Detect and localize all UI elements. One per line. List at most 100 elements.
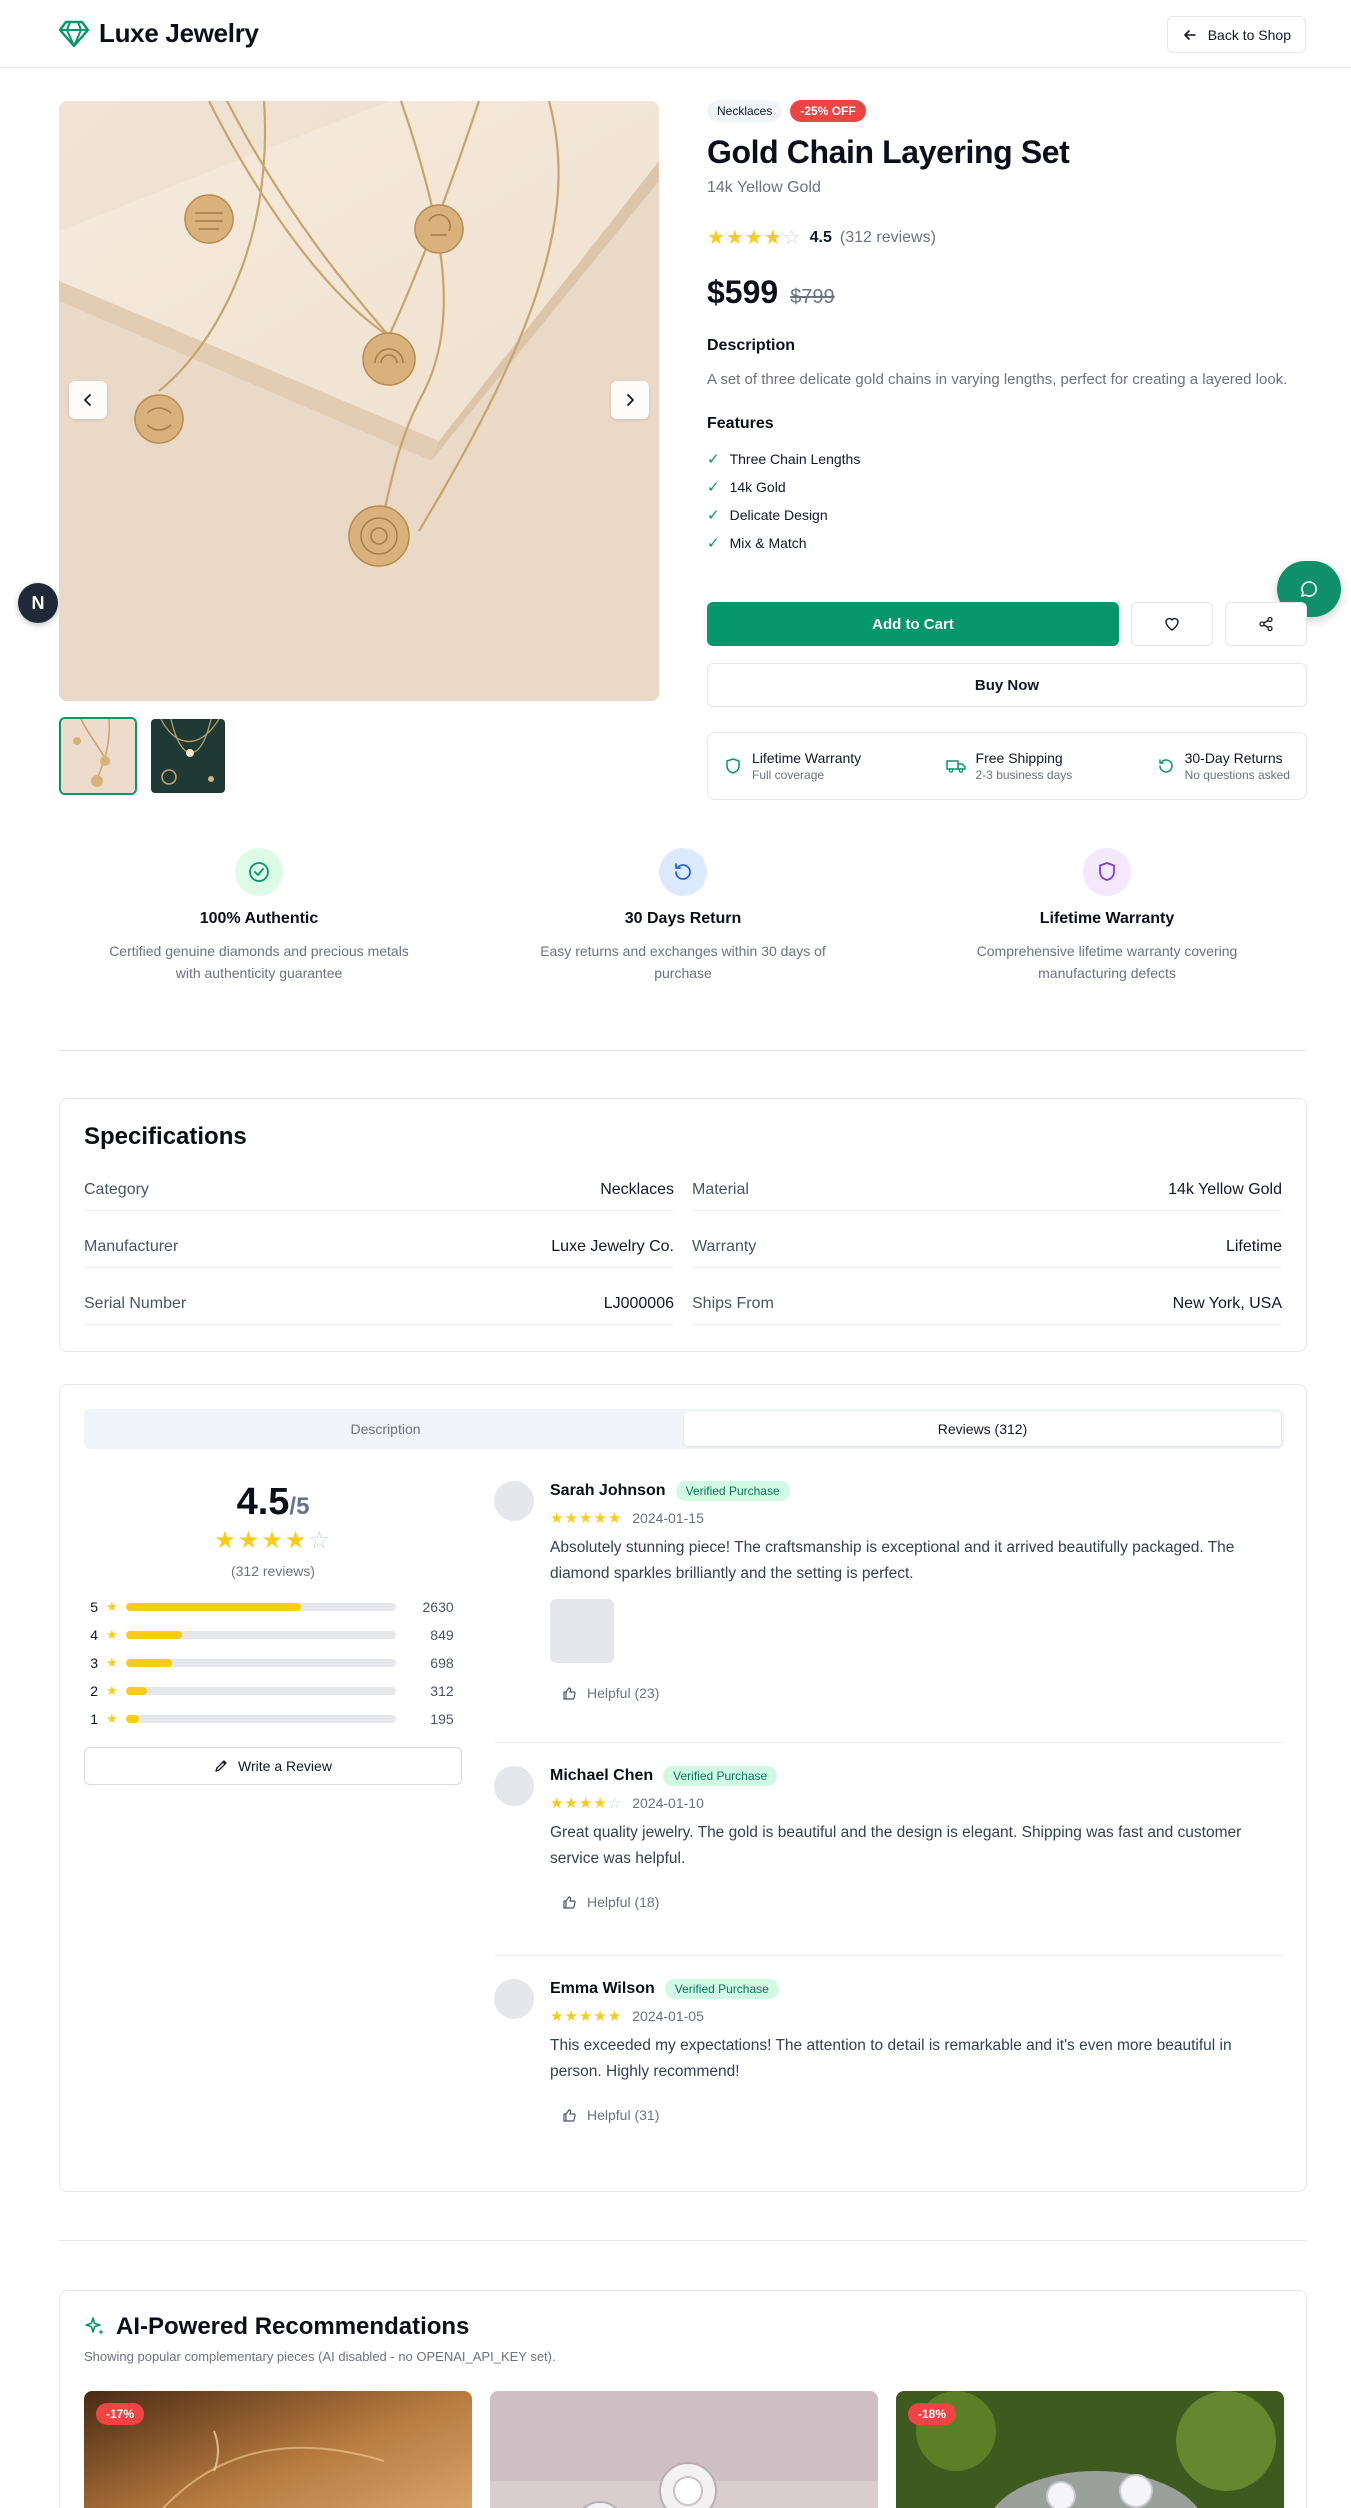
trust-warranty: Lifetime Warranty Comprehensive lifetime… <box>907 848 1307 984</box>
review-stars: ★★★★★ <box>550 2008 623 2025</box>
helpful-button[interactable]: Helpful (31) <box>550 2107 1284 2123</box>
chevron-left-icon <box>84 394 91 406</box>
review-item: Michael Chen Verified Purchase ★★★★☆ 2024-… <box>494 1766 1284 1946</box>
heart-icon <box>1165 617 1179 631</box>
wishlist-button[interactable] <box>1131 602 1213 646</box>
distribution-row: 2 ★ 312 <box>90 1683 454 1699</box>
check-icon: ✓ <box>707 451 720 468</box>
recommendations-subtitle: Showing popular complementary pieces (AI… <box>84 2349 556 2364</box>
top-header: Luxe Jewelry Back to Shop <box>0 0 1351 68</box>
trust-returns: 30 Days Return Easy returns and exchange… <box>483 848 883 984</box>
features-heading: Features <box>707 415 774 432</box>
distribution-bar <box>125 1603 302 1611</box>
rotate-icon <box>1158 759 1173 773</box>
thumbs-up-icon <box>563 2108 576 2122</box>
recommendations-header: AI-Powered Recommendations <box>84 2313 469 2341</box>
buy-now-button[interactable]: Buy Now <box>707 663 1307 707</box>
product-image <box>490 2391 878 2508</box>
thumbnail-1[interactable] <box>59 717 137 795</box>
next-image-button[interactable] <box>611 381 649 419</box>
review-text: Great quality jewelry. The gold is beaut… <box>550 1824 1242 1867</box>
distribution-bar <box>125 1715 140 1723</box>
product-material: 14k Yellow Gold <box>707 179 821 196</box>
arrow-left-icon <box>1183 29 1196 40</box>
product-main-image <box>59 101 659 701</box>
product-rating: ★★★★☆ 4.5 (312 reviews) <box>707 225 1307 250</box>
perk-warranty: Lifetime Warranty Full coverage <box>724 750 861 782</box>
distribution-row: 4 ★ 849 <box>90 1627 454 1643</box>
thumbnail-2[interactable] <box>149 717 227 795</box>
description-text: A set of three delicate gold chains in v… <box>707 371 1288 388</box>
review-stars: ★★★★☆ <box>550 1795 623 1812</box>
sparkles-icon <box>85 2317 104 2335</box>
summary-count: (312 reviews) <box>230 1563 316 1579</box>
trust-icon-wrap <box>659 848 707 896</box>
helpful-button[interactable]: Helpful (23) <box>550 1685 1284 1701</box>
distribution-row: 3 ★ 698 <box>90 1655 454 1671</box>
thumbnail-strip <box>59 717 227 795</box>
rating-stars: ★★★★☆ <box>707 227 802 249</box>
average-rating: 4.5/5 <box>236 1481 310 1523</box>
product-tags: Necklaces -25% OFF <box>707 100 1307 122</box>
review-photo[interactable] <box>550 1599 614 1663</box>
perk-returns: 30-Day Returns No questions asked <box>1157 750 1290 782</box>
helpful-button[interactable]: Helpful (18) <box>550 1894 1284 1910</box>
features-list: ✓ Three Chain Lengths ✓ 14k Gold ✓ Delicate… <box>707 445 1307 557</box>
purchase-actions: Add to Cart <box>707 602 1307 646</box>
thumbnail-gold-necklace <box>61 719 135 793</box>
original-price: $799 <box>790 286 835 308</box>
tab-list: Description Reviews (312) <box>84 1409 1284 1449</box>
reviewer-name: Emma Wilson <box>550 1980 655 1997</box>
dev-badge[interactable]: N <box>18 583 58 623</box>
price-row: $599 $799 <box>707 274 1307 311</box>
brand[interactable]: Luxe Jewelry <box>59 18 259 49</box>
share-button[interactable] <box>1225 602 1307 646</box>
review-date: 2024-01-15 <box>632 1510 704 1526</box>
tab-reviews[interactable]: Reviews (312) <box>684 1412 1281 1446</box>
chevron-right-icon <box>627 394 634 406</box>
prev-image-button[interactable] <box>69 381 107 419</box>
recommendation-card[interactable] <box>490 2391 878 2508</box>
trust-icon-wrap <box>1083 848 1131 896</box>
thumbs-up-icon <box>563 1686 576 1700</box>
description-heading: Description <box>707 337 796 354</box>
check-icon: ✓ <box>707 507 720 524</box>
avatar <box>494 1979 534 2019</box>
perk-shipping: Free Shipping 2-3 business days <box>945 750 1072 782</box>
share-icon <box>1259 616 1273 632</box>
recommendations-title: AI-Powered Recommendations <box>116 2313 470 2340</box>
recommendation-card[interactable]: -18% <box>896 2391 1284 2508</box>
category-tag[interactable]: Necklaces <box>707 100 783 122</box>
specifications-card: Specifications Category Necklaces Materia… <box>59 1098 1307 1352</box>
review-separator <box>494 1742 1284 1743</box>
rating-value: 4.5 <box>809 228 832 246</box>
rating-summary: 4.5/5 ★★★★☆ (312 reviews) 5 ★ 2630 4 ★ 849 3… <box>84 1481 462 1785</box>
distribution-row: 5 ★ 2630 <box>90 1599 454 1615</box>
brand-name: Luxe Jewelry <box>99 18 259 48</box>
discount-badge: -17% <box>96 2403 145 2425</box>
rating-distribution: 5 ★ 2630 4 ★ 849 3 ★ 698 2 ★ 312 1 ★ 195 <box>84 1593 462 1733</box>
thumbnail-dark-necklace <box>151 719 225 793</box>
distribution-row: 1 ★ 195 <box>90 1711 454 1727</box>
back-to-shop-label: Back to Shop <box>1207 26 1291 43</box>
thumbs-up-icon <box>563 1895 576 1909</box>
tab-description[interactable]: Description <box>87 1412 684 1446</box>
recommendation-card[interactable]: -17% <box>84 2391 472 2508</box>
pencil-icon <box>215 1760 227 1772</box>
current-price: $599 <box>707 274 779 310</box>
perks-box: Lifetime Warranty Full coverage Free Ship… <box>707 732 1307 800</box>
avatar <box>494 1766 534 1806</box>
product-title: Gold Chain Layering Set <box>707 134 1070 170</box>
shield-icon <box>1099 862 1115 881</box>
shield-icon <box>726 758 740 774</box>
write-review-button[interactable]: Write a Review <box>84 1747 462 1785</box>
back-to-shop-button[interactable]: Back to Shop <box>1166 16 1306 53</box>
distribution-bar <box>125 1687 148 1695</box>
check-icon: ✓ <box>707 479 720 496</box>
distribution-bar <box>125 1659 172 1667</box>
rating-count[interactable]: (312 reviews) <box>840 229 936 247</box>
add-to-cart-button[interactable]: Add to Cart <box>707 602 1119 646</box>
reviews-card: Description Reviews (312) 4.5/5 ★★★★☆ (3… <box>59 1384 1307 2192</box>
feature-item: ✓ Mix & Match <box>707 535 807 552</box>
review-text: Absolutely stunning piece! The craftsman… <box>550 1539 1235 1582</box>
